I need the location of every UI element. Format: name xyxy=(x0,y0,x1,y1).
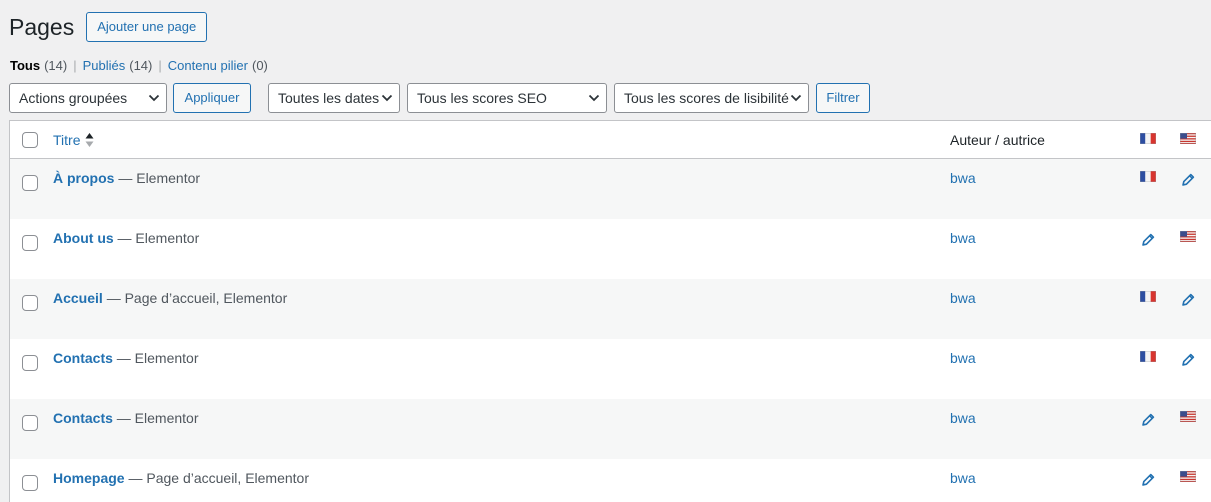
row-title-cell: Homepage — Page d’accueil, Elementor xyxy=(53,470,309,486)
view-published-link[interactable]: Publiés xyxy=(83,58,126,73)
readability-score-value: Tous les scores de lisibilité xyxy=(624,90,789,106)
pencil-icon[interactable] xyxy=(1180,172,1196,188)
table-row: À propos — Elementor bwa xyxy=(10,159,1211,219)
date-filter-value: Toutes les dates xyxy=(278,90,380,106)
view-all-link[interactable]: Tous xyxy=(10,58,40,73)
row-lang-us[interactable] xyxy=(1180,171,1196,188)
sort-icon xyxy=(85,133,94,147)
row-lang-fr[interactable] xyxy=(1140,171,1156,182)
flag-us-icon[interactable] xyxy=(1180,411,1196,422)
row-title-cell: Contacts — Elementor xyxy=(53,350,199,366)
row-checkbox[interactable] xyxy=(22,415,38,431)
view-separator: | xyxy=(158,58,162,73)
row-post-state: — Elementor xyxy=(112,350,199,366)
table-row: Accueil — Page d’accueil, Elementor bwa xyxy=(10,279,1211,339)
row-author-link[interactable]: bwa xyxy=(950,170,976,186)
row-post-state: — Page d’accueil, Elementor xyxy=(124,470,310,486)
pencil-icon[interactable] xyxy=(1180,352,1196,368)
page-title: Pages xyxy=(9,14,75,40)
chevron-down-icon xyxy=(790,94,802,102)
apply-button[interactable]: Appliquer xyxy=(173,83,251,113)
filter-button[interactable]: Filtrer xyxy=(816,83,870,113)
row-title-cell: Contacts — Elementor xyxy=(53,410,199,426)
title-sort-link[interactable]: Titre xyxy=(53,132,80,148)
pencil-icon[interactable] xyxy=(1140,412,1156,428)
row-checkbox[interactable] xyxy=(22,295,38,311)
row-lang-us[interactable] xyxy=(1180,411,1196,422)
flag-fr-icon[interactable] xyxy=(1140,351,1156,362)
tablenav-filters: Actions groupées Appliquer Toutes les da… xyxy=(0,83,1211,113)
table-row: Contacts — Elementor bwa xyxy=(10,339,1211,399)
row-post-state: — Elementor xyxy=(112,410,199,426)
flag-fr-icon xyxy=(1140,133,1156,144)
flag-fr-icon[interactable] xyxy=(1140,171,1156,182)
pencil-icon[interactable] xyxy=(1140,472,1156,488)
row-checkbox[interactable] xyxy=(22,475,38,491)
chevron-down-icon xyxy=(381,94,393,102)
row-title-link[interactable]: Homepage xyxy=(53,470,125,486)
page-header: Pages Ajouter une page xyxy=(9,12,208,42)
bulk-actions-value: Actions groupées xyxy=(19,90,128,106)
row-author-link[interactable]: bwa xyxy=(950,230,976,246)
view-cornerstone-count: (0) xyxy=(251,58,268,73)
table-body: À propos — Elementor bwa About us — Elemen… xyxy=(10,159,1211,502)
row-lang-us[interactable] xyxy=(1180,351,1196,368)
lang-column-fr-header xyxy=(1140,133,1156,144)
row-title-link[interactable]: Contacts xyxy=(53,410,113,426)
bulk-actions-select[interactable]: Actions groupées xyxy=(9,83,167,113)
table-row: Homepage — Page d’accueil, Elementor bwa xyxy=(10,459,1211,502)
add-page-button[interactable]: Ajouter une page xyxy=(86,12,208,42)
flag-fr-icon[interactable] xyxy=(1140,291,1156,302)
row-author-link[interactable]: bwa xyxy=(950,350,976,366)
title-column-header[interactable]: Titre xyxy=(53,132,94,148)
readability-score-select[interactable]: Tous les scores de lisibilité xyxy=(614,83,809,113)
view-published-count: (14) xyxy=(129,58,153,73)
row-checkbox[interactable] xyxy=(22,175,38,191)
row-title-cell: About us — Elementor xyxy=(53,230,199,246)
row-lang-fr[interactable] xyxy=(1140,351,1156,362)
view-cornerstone-link[interactable]: Contenu pilier xyxy=(168,58,248,73)
pages-table: Titre Auteur / autrice À propos — Elemen… xyxy=(9,120,1211,502)
row-checkbox[interactable] xyxy=(22,235,38,251)
view-separator: | xyxy=(73,58,77,73)
row-title-link[interactable]: À propos xyxy=(53,170,114,186)
row-lang-us[interactable] xyxy=(1180,471,1196,482)
row-lang-us[interactable] xyxy=(1180,231,1196,242)
pencil-icon[interactable] xyxy=(1140,232,1156,248)
row-post-state: — Elementor xyxy=(114,170,201,186)
flag-us-icon xyxy=(1180,133,1196,144)
row-title-link[interactable]: Accueil xyxy=(53,290,103,306)
row-title-cell: À propos — Elementor xyxy=(53,170,200,186)
table-row: Contacts — Elementor bwa xyxy=(10,399,1211,459)
view-all-count: (14) xyxy=(44,58,68,73)
row-lang-fr[interactable] xyxy=(1140,231,1156,248)
view-filters: Tous (14) | Publiés (14) | Contenu pilie… xyxy=(10,58,268,73)
date-filter-select[interactable]: Toutes les dates xyxy=(268,83,400,113)
flag-us-icon[interactable] xyxy=(1180,471,1196,482)
row-title-link[interactable]: About us xyxy=(53,230,114,246)
select-all-checkbox[interactable] xyxy=(22,132,38,148)
row-author-link[interactable]: bwa xyxy=(950,290,976,306)
row-lang-fr[interactable] xyxy=(1140,471,1156,488)
chevron-down-icon xyxy=(588,94,600,102)
seo-score-select[interactable]: Tous les scores SEO xyxy=(407,83,607,113)
seo-score-value: Tous les scores SEO xyxy=(417,90,547,106)
author-column-header: Auteur / autrice xyxy=(950,132,1045,148)
row-author-link[interactable]: bwa xyxy=(950,410,976,426)
row-lang-fr[interactable] xyxy=(1140,291,1156,302)
row-checkbox[interactable] xyxy=(22,355,38,371)
table-row: About us — Elementor bwa xyxy=(10,219,1211,279)
chevron-down-icon xyxy=(148,94,160,102)
lang-column-us-header xyxy=(1180,133,1196,144)
row-author-link[interactable]: bwa xyxy=(950,470,976,486)
row-lang-fr[interactable] xyxy=(1140,411,1156,428)
pencil-icon[interactable] xyxy=(1180,292,1196,308)
table-header: Titre Auteur / autrice xyxy=(10,121,1211,159)
flag-us-icon[interactable] xyxy=(1180,231,1196,242)
row-title-cell: Accueil — Page d’accueil, Elementor xyxy=(53,290,287,306)
row-lang-us[interactable] xyxy=(1180,291,1196,308)
row-post-state: — Elementor xyxy=(113,230,200,246)
row-post-state: — Page d’accueil, Elementor xyxy=(102,290,288,306)
row-title-link[interactable]: Contacts xyxy=(53,350,113,366)
